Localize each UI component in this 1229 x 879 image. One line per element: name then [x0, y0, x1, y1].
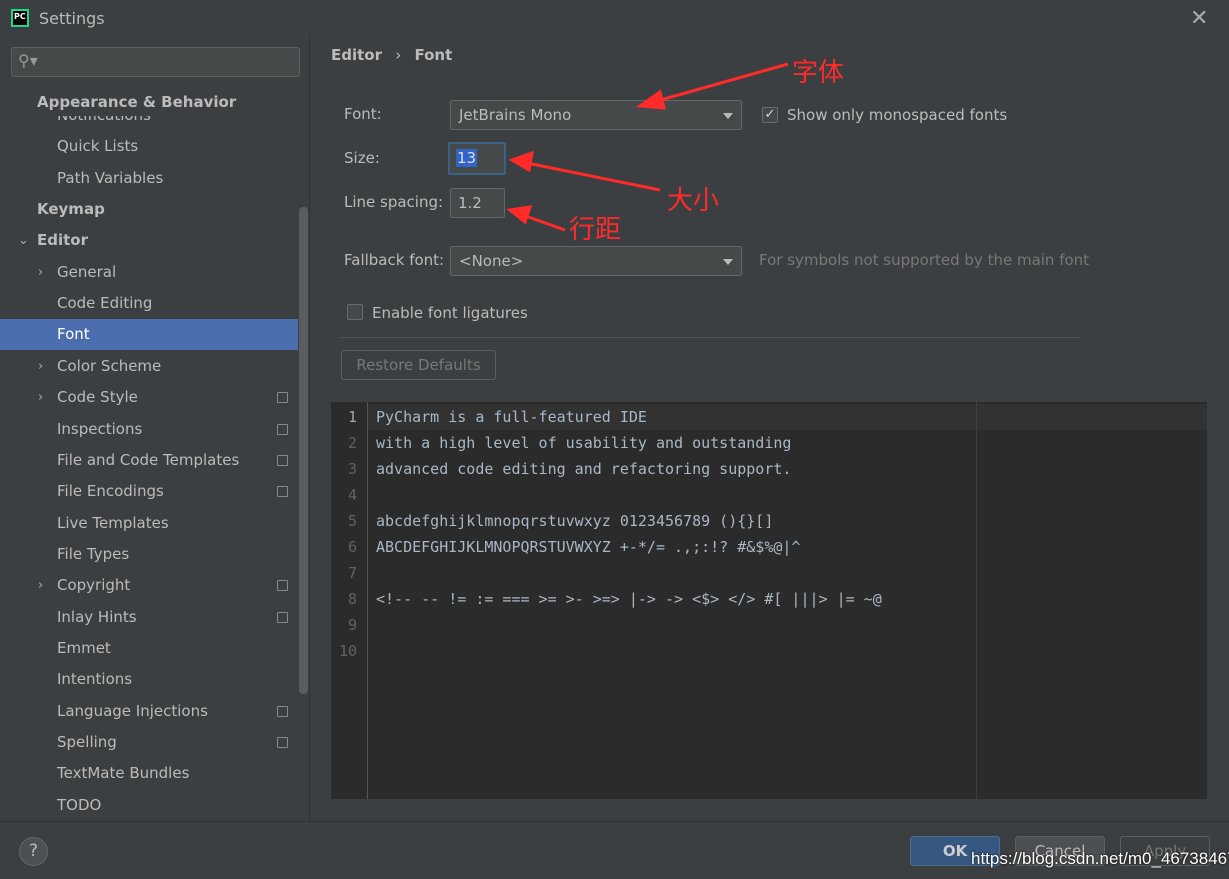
font-arrow	[649, 62, 789, 105]
annotation-spacing: 行距	[569, 215, 622, 245]
annotation-size: 大小	[667, 186, 720, 216]
watermark: https://blog.csdn.net/m0_46738467	[971, 849, 1229, 868]
size-arrow	[521, 160, 661, 192]
annotation-font: 字体	[792, 58, 845, 88]
annotation-arrows	[506, 62, 789, 232]
help-button[interactable]: ?	[19, 837, 48, 866]
